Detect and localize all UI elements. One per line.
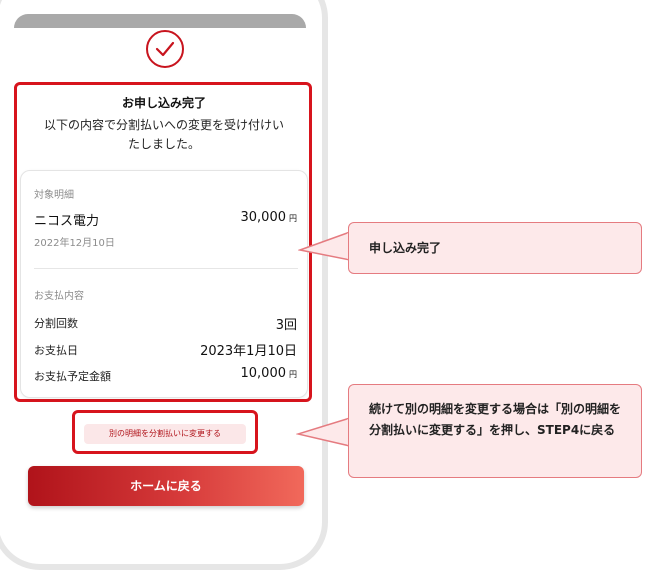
row-label-installments: 分割回数 <box>34 317 78 330</box>
statement-date: 2022年12月10日 <box>34 238 115 249</box>
callout-pointer-1 <box>298 230 351 261</box>
phone-notch <box>14 14 306 28</box>
row-label-payment-date: お支払日 <box>34 344 78 357</box>
row-value-scheduled-amount: 10,000 円 <box>240 366 298 381</box>
merchant-name: ニコス電力 <box>34 214 100 229</box>
row-label-scheduled-amount: お支払予定金額 <box>34 370 111 383</box>
row-value-installments: 3回 <box>275 318 297 333</box>
callout-complete: 申し込み完了 <box>348 222 642 274</box>
checkmark-circle-icon <box>146 30 184 68</box>
amount-value: 30,000 円 <box>240 210 298 225</box>
complete-message: 以下の内容で分割払いへの変更を受け付けいたしました。 <box>43 118 284 151</box>
home-button[interactable]: ホームに戻る <box>28 466 304 506</box>
callout-another-statement: 続けて別の明細を変更する場合は「別の明細を分割払いに変更する」を押し、STEP4… <box>348 384 642 478</box>
row-value-payment-date: 2023年1月10日 <box>200 344 297 359</box>
payment-section-label: お支払内容 <box>34 291 84 302</box>
complete-title: お申し込み完了 <box>121 96 206 110</box>
detail-card <box>20 170 308 398</box>
target-section-label: 対象明細 <box>34 190 74 201</box>
change-another-statement-button[interactable]: 別の明細を分割払いに変更する <box>84 424 246 444</box>
callout-pointer-2 <box>296 416 351 447</box>
divider <box>34 268 298 269</box>
